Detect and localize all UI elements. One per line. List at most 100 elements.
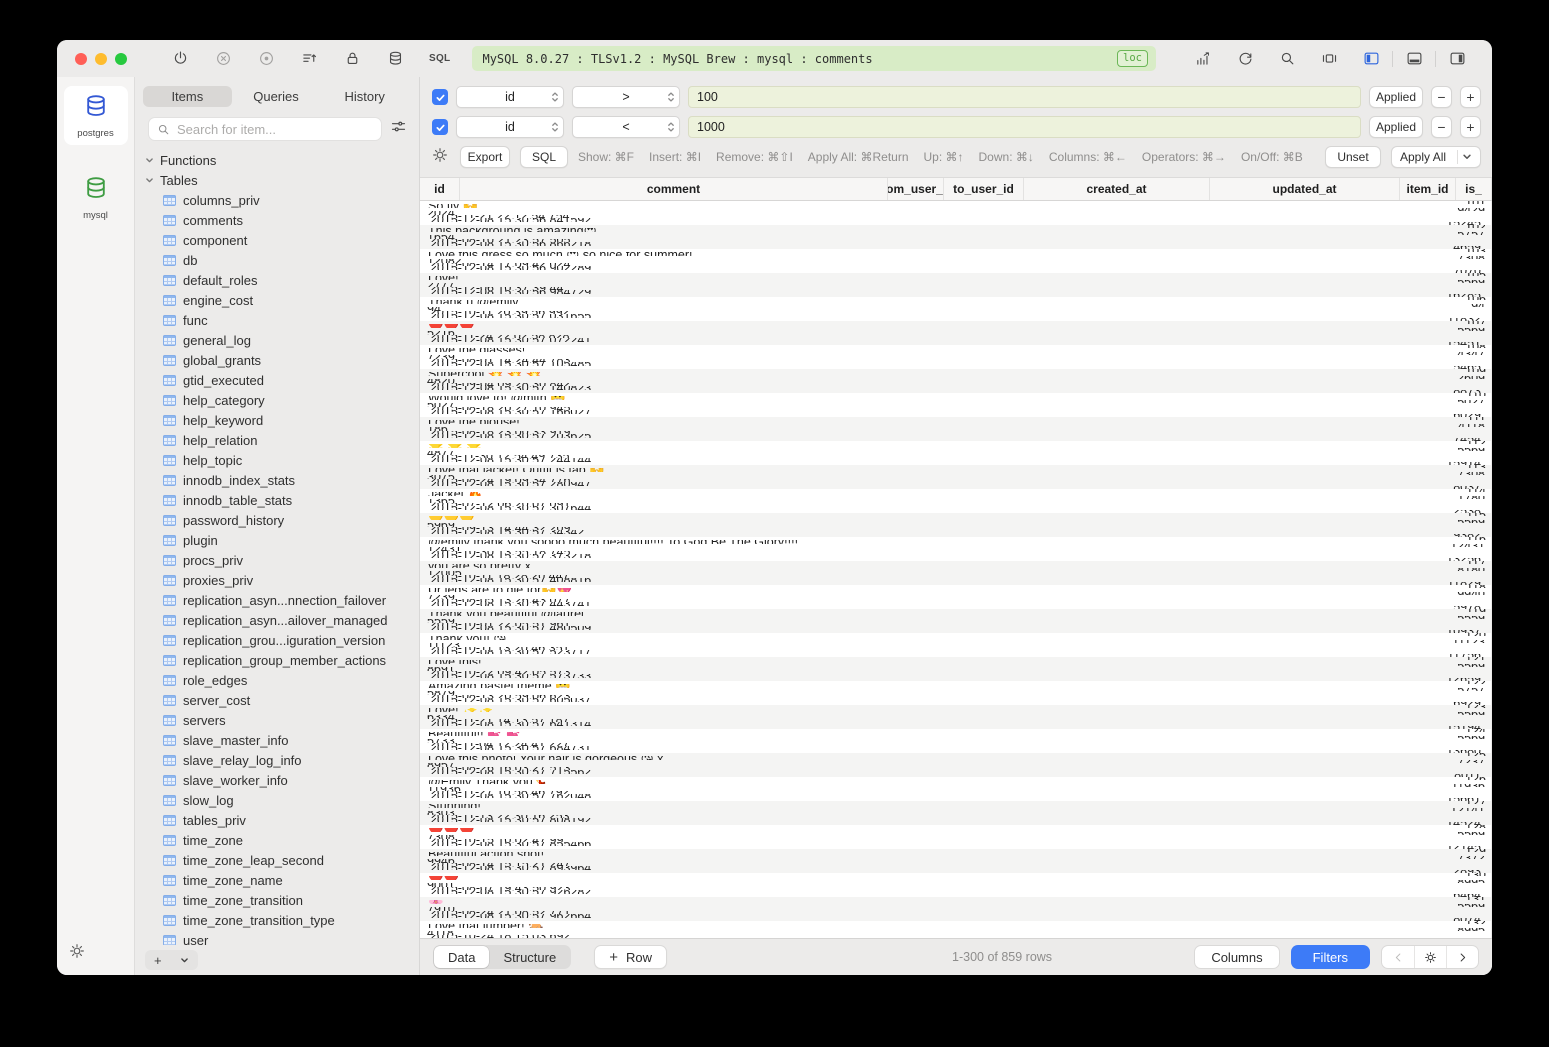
table-row[interactable]: 112🌟 🌟 🌟556948772015-11-30 12:54:49.7352… [420,441,1492,465]
sidebar-table-item[interactable]: help_topic [135,450,419,470]
sidebar-table-item[interactable]: gtid_executed [135,370,419,390]
sidebar-table-item[interactable]: slow_log [135,790,419,810]
table-row[interactable]: 106Thank u @emily94942015-10-11 20:39:56… [420,297,1492,321]
add-item-chevron-icon[interactable] [171,950,198,970]
table-row[interactable]: 119Thank you beautiful @laurel5559555920… [420,609,1492,633]
table-row[interactable]: 128❤️❤️❤️556973082015-10-15 10:02:47.992… [420,825,1492,849]
table-row[interactable]: 108Love the glasses!434772392015-08-01 1… [420,345,1492,369]
sidebar-table-item[interactable]: plugin [135,530,419,550]
close-window-button[interactable] [75,53,87,65]
filter-column-select[interactable]: id [456,116,564,138]
table-settings-gear-icon[interactable] [1414,946,1446,968]
sidebar-table-item[interactable]: slave_master_info [135,730,419,750]
sidebar-table-item[interactable]: engine_cost [135,290,419,310]
column-header-comment[interactable]: comment [460,178,888,200]
column-header-is[interactable]: is_ [1456,178,1492,200]
filter-enabled-checkbox[interactable] [432,89,448,105]
toggle-left-panel-icon[interactable] [1362,50,1380,68]
add-filter-button[interactable]: + [1460,86,1481,108]
search-icon[interactable] [1278,50,1296,68]
sidebar-table-item[interactable]: tables_priv [135,810,419,830]
add-row-button[interactable]: + Row [594,945,667,969]
lock-icon[interactable] [343,50,361,68]
tab-history[interactable]: History [320,86,409,107]
filter-enabled-checkbox[interactable] [432,119,448,135]
tab-items[interactable]: Items [143,86,232,107]
sidebar-table-item[interactable]: proxies_priv [135,570,419,590]
table-row[interactable]: 120Thank you! 😘11123111232015-10-11 13:2… [420,633,1492,657]
unset-button[interactable]: Unset [1325,146,1381,168]
sql-button[interactable]: SQL [520,146,568,168]
connection-mysql[interactable]: mysql [64,175,128,221]
add-filter-button[interactable]: + [1460,116,1481,138]
sidebar-table-item[interactable]: slave_relay_log_info [135,750,419,770]
table-row[interactable]: 110Would love to! @mith 😬502750272015-08… [420,393,1492,417]
export-button[interactable]: Export [460,146,510,168]
column-header-item[interactable]: item_id [1400,178,1456,200]
filter-value-input[interactable] [688,116,1361,138]
sidebar-table-item[interactable]: help_relation [135,430,419,450]
toggle-bottom-panel-icon[interactable] [1405,50,1423,68]
target-icon[interactable] [257,50,275,68]
filters-button[interactable]: Filters [1291,945,1370,969]
table-row[interactable]: 101So fly 🙌942920242015-11-21 22:12:54.7… [420,201,1492,225]
table-row[interactable]: 113Love that jacket! Outfit is fab 🙌7308… [420,465,1492,489]
table-row[interactable]: 107❤️❤️❤️556952162015-11-24 22:02:58.828… [420,321,1492,345]
toggle-right-panel-icon[interactable] [1448,50,1466,68]
apply-all-button[interactable]: Apply All [1391,146,1481,168]
sidebar-table-item[interactable]: innodb_index_stats [135,470,419,490]
sidebar-table-item[interactable]: component [135,230,419,250]
column-header-created[interactable]: created_at [1024,178,1210,200]
sidebar-table-item[interactable]: replication_asyn...ailover_managed [135,610,419,630]
filter-column-select[interactable]: id [456,86,564,108]
table-row[interactable]: 131🌸556979102015-08-24 21:08:52.7712015-… [420,897,1492,921]
sidebar-table-item[interactable]: func [135,310,419,330]
connection-postgres[interactable]: postgres [64,86,128,145]
sidebar-table-item[interactable]: password_history [135,510,419,530]
table-row[interactable]: 111Love the blouse!41181862015-08-18 23:… [420,417,1492,441]
processes-icon[interactable] [1320,50,1338,68]
sidebar-table-item[interactable]: replication_asyn...nnection_failover [135,590,419,610]
table-row[interactable]: 117you are so pretty x8180120052015-10-1… [420,561,1492,585]
columns-button[interactable]: Columns [1194,945,1279,969]
filter-applied-button[interactable]: Applied [1369,116,1423,138]
table-row[interactable]: 122Amazing pastel theme 😬575758792015-08… [420,681,1492,705]
search-input[interactable] [175,121,373,138]
table-row[interactable]: 130❤️❤️899590012015-08-07 19:43:50.92320… [420,873,1492,897]
sidebar-table-item[interactable]: innodb_table_stats [135,490,419,510]
table-row[interactable]: 109Supercool 💥 💥 💥260948202015-09-04 09:… [420,369,1492,393]
sidebar-table-item[interactable]: time_zone_transition [135,890,419,910]
connection-power-icon[interactable] [171,50,189,68]
tab-structure[interactable]: Structure [489,946,570,968]
remove-filter-button[interactable]: − [1431,86,1452,108]
sidebar-table-item[interactable]: server_cost [135,690,419,710]
sidebar-table-item[interactable]: slave_worker_info [135,770,419,790]
minimize-window-button[interactable] [95,53,107,65]
table-row[interactable]: 126@Emily Thank you💃11936119362015-11-27… [420,777,1492,801]
table-row[interactable]: 105Love!556927772015-12-06 10:37:39.4420… [420,273,1492,297]
remove-filter-button[interactable]: − [1431,116,1452,138]
sidebar-table-item[interactable]: time_zone_leap_second [135,850,419,870]
sidebar-table-item[interactable]: time_zone_transition_type [135,910,419,930]
table-row[interactable]: 132Love that jumper! 🐎899541182015-10-24… [420,921,1492,938]
sidebar-table-item[interactable]: time_zone [135,830,419,850]
settings-gear-icon[interactable] [69,943,85,964]
sql-mode-icon[interactable]: SQL [429,53,450,64]
table-row[interactable]: 125Love this photo! Your hair is gorgeou… [420,753,1492,777]
sidebar-table-item[interactable]: columns_priv [135,190,419,210]
sidebar-table-item[interactable]: general_log [135,330,419,350]
table-row[interactable]: 103Love this dress so much 😍 so nice for… [420,249,1492,273]
column-header-to[interactable]: to_user_id [944,178,1024,200]
sidebar-table-item[interactable]: default_roles [135,270,419,290]
table-row[interactable]: 118Ur legs are to die for🙌💖994072392015-… [420,585,1492,609]
filter-operator-select[interactable]: < [572,116,680,138]
tab-queries[interactable]: Queries [232,86,321,107]
table-row[interactable]: 116@emily thank you soooo much beautiful… [420,537,1492,561]
sidebar-table-item[interactable]: role_edges [135,670,419,690]
sidebar-table-item[interactable]: help_category [135,390,419,410]
sidebar-table-item[interactable]: global_grants [135,350,419,370]
chart-icon[interactable] [1194,50,1212,68]
tab-data[interactable]: Data [434,946,489,968]
sidebar-search-field[interactable] [148,117,382,141]
previous-page-button[interactable] [1382,946,1414,968]
